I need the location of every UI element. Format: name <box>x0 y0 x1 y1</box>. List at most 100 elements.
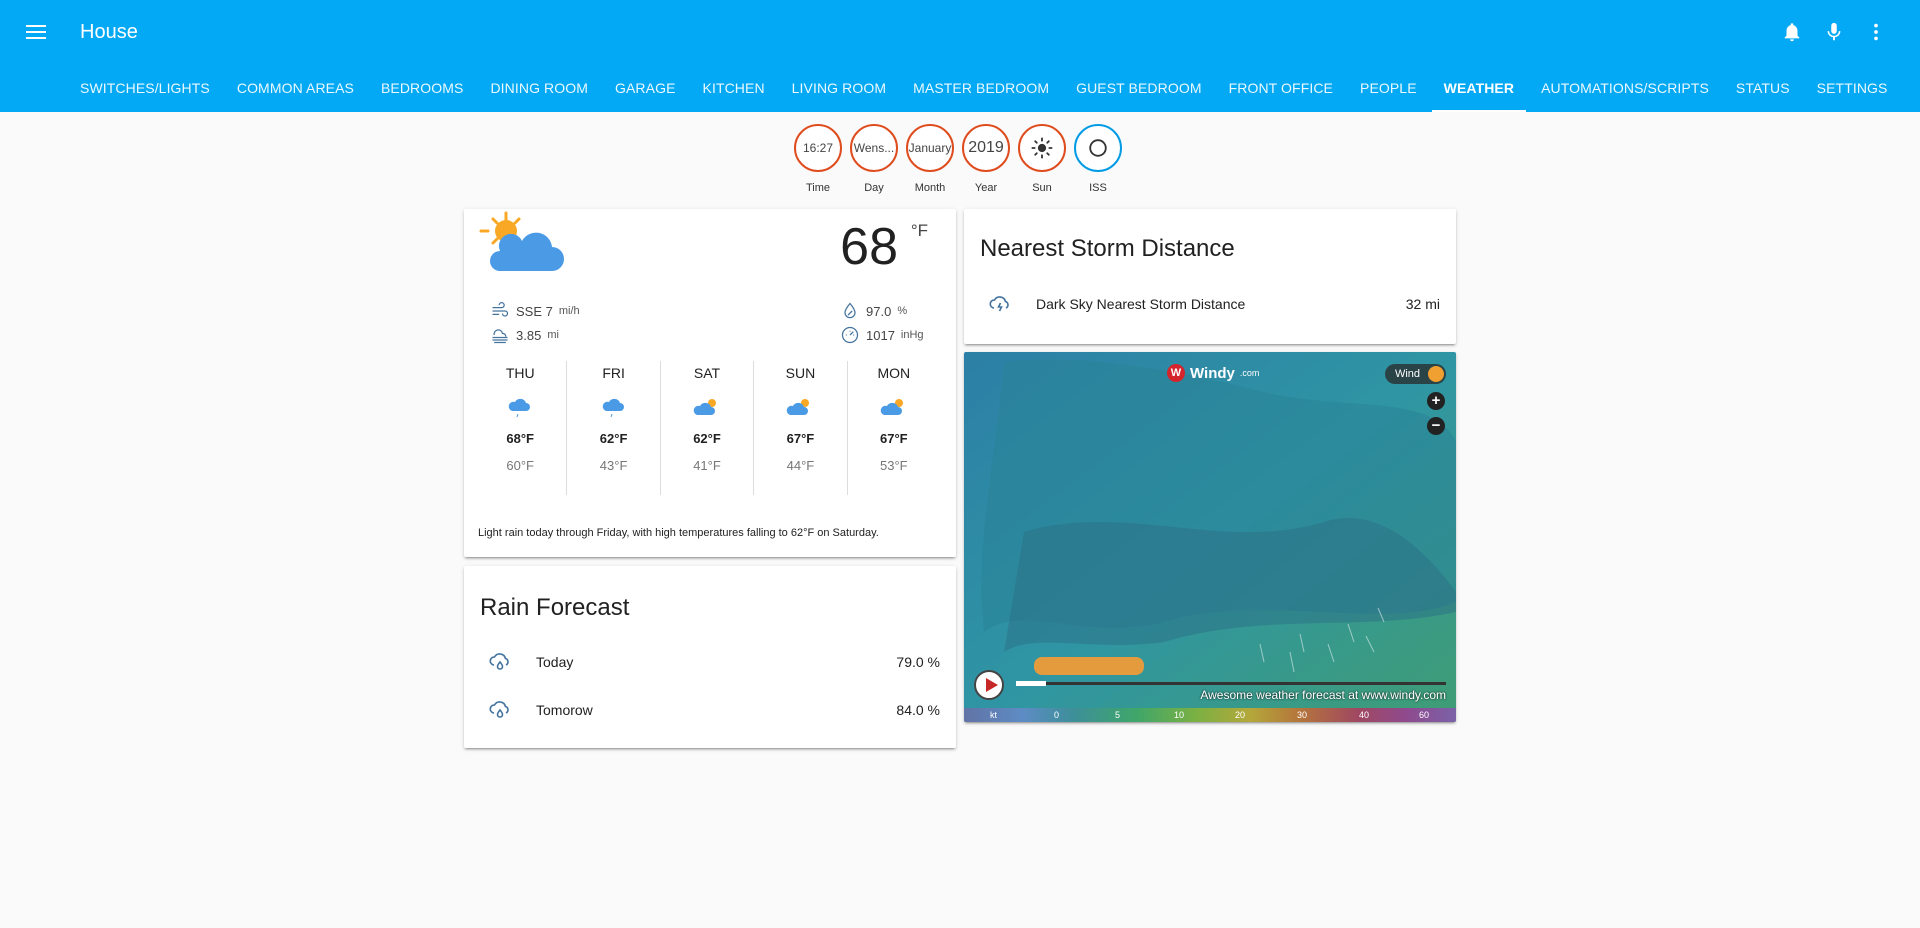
badge-month[interactable]: January Month <box>902 124 958 194</box>
forecast-low: 60°F <box>506 458 534 473</box>
windy-map-card[interactable]: W Windy .com Wind + − Awesome weather for… <box>964 352 1456 722</box>
badge-label: ISS <box>1089 182 1107 194</box>
rain-cloud-icon <box>480 698 520 722</box>
microphone-icon[interactable] <box>1820 18 1848 46</box>
badge-sun[interactable]: Sun <box>1014 124 1070 194</box>
forecast-high: 62°F <box>599 431 628 446</box>
circle-outline-icon <box>1074 124 1122 172</box>
layer-selector[interactable]: Wind <box>1384 364 1446 384</box>
more-vertical-icon[interactable] <box>1862 18 1890 46</box>
entity-state: 32 mi <box>1405 296 1440 312</box>
weather-forecast-card[interactable]: 68 °F SSE 7 mi/h 3.85 mi 97.0% 1017 inHg TH… <box>464 209 956 557</box>
partly-cloudy-icon <box>693 399 717 415</box>
scale-label: 30 <box>1297 710 1308 720</box>
windy-logo[interactable]: W Windy .com <box>1167 364 1259 382</box>
storm-distance-card: Nearest Storm Distance Dark Sky Nearest … <box>964 209 1456 344</box>
scale-label: 20 <box>1235 710 1246 720</box>
scale-label: 10 <box>1174 710 1185 720</box>
tab-garage[interactable]: GARAGE <box>615 70 676 112</box>
app-title: House <box>80 21 138 43</box>
badge-label: Year <box>974 182 998 194</box>
scale-label: 60 <box>1419 710 1430 720</box>
gauge-icon <box>841 326 859 344</box>
tab-kitchen[interactable]: KITCHEN <box>703 70 765 112</box>
storm-distance-row[interactable]: Dark Sky Nearest Storm Distance 32 mi <box>980 284 1440 324</box>
forecast-high: 62°F <box>693 431 721 446</box>
wind-map[interactable] <box>964 352 1456 722</box>
visibility-attribute: 3.85 mi <box>490 325 559 345</box>
card-title: Nearest Storm Distance <box>980 235 1235 262</box>
forecast-day: THU 68°F 60°F <box>474 361 568 495</box>
forecast-day: SAT 62°F 41°F <box>661 361 755 495</box>
forecast-low: 53°F <box>880 458 908 473</box>
timeline-handle[interactable] <box>1016 681 1046 686</box>
badge-day[interactable]: Wens... Day <box>846 124 902 194</box>
tab-people[interactable]: PEOPLE <box>1360 70 1417 112</box>
play-button[interactable] <box>974 670 1004 700</box>
fog-icon <box>492 329 508 344</box>
header-actions <box>1778 18 1890 46</box>
water-percent-icon <box>844 302 856 319</box>
windy-logo-text: Windy <box>1190 364 1235 382</box>
tab-status[interactable]: STATUS <box>1736 70 1790 112</box>
scale-label: 40 <box>1359 710 1370 720</box>
timeline-slider[interactable] <box>1016 681 1446 686</box>
tab-dining-room[interactable]: DINING ROOM <box>490 70 588 112</box>
tab-guest-bedroom[interactable]: GUEST BEDROOM <box>1076 70 1202 112</box>
zoom-in-button[interactable]: + <box>1427 392 1445 410</box>
windy-logo-icon: W <box>1167 364 1185 382</box>
pressure-attribute: 1017 inHg <box>840 325 924 345</box>
forecast-day-name: SAT <box>693 365 721 381</box>
windy-logo-suffix: .com <box>1239 368 1260 378</box>
badge-value: January <box>906 124 954 172</box>
zoom-out-button[interactable]: − <box>1427 417 1445 435</box>
scale-label: 5 <box>1115 710 1121 720</box>
bell-icon[interactable] <box>1778 18 1806 46</box>
wind-unit: mi/h <box>558 305 580 317</box>
wind-attribute: SSE 7 mi/h <box>490 301 580 321</box>
partly-cloudy-icon <box>787 399 810 415</box>
menu-icon[interactable] <box>22 20 50 44</box>
tab-living-room[interactable]: LIVING ROOM <box>792 70 886 112</box>
tab-automations-scripts[interactable]: AUTOMATIONS/SCRIPTS <box>1541 70 1709 112</box>
tab-common-areas[interactable]: COMMON AREAS <box>237 70 354 112</box>
sun-icon <box>1018 124 1066 172</box>
humidity-unit: % <box>897 305 908 317</box>
badge-year[interactable]: 2019 Year <box>958 124 1014 194</box>
forecast-low: 41°F <box>693 458 721 473</box>
windy-credit[interactable]: Awesome weather forecast at www.windy.co… <box>1200 688 1446 702</box>
tab-weather[interactable]: WEATHER <box>1431 70 1527 112</box>
wind-value: SSE 7 <box>516 303 553 319</box>
partly-cloudy-icon <box>880 399 903 415</box>
pressure-value: 1017 <box>866 327 895 343</box>
tab-switches-lights[interactable]: SWITCHES/LIGHTS <box>80 70 210 112</box>
app-header: House SWITCHES/LIGHTS COMMON AREAS BEDROOM… <box>0 0 1920 112</box>
rain-tomorrow-row[interactable]: Tomorow 84.0 % <box>480 690 940 730</box>
wind-scale-legend: kt 0 5 10 20 30 40 60 <box>964 708 1456 722</box>
entity-state: 84.0 % <box>896 702 940 718</box>
entity-state: 79.0 % <box>896 654 940 670</box>
badge-label: Time <box>805 182 831 194</box>
current-temperature: 68 <box>840 218 898 276</box>
visibility-value: 3.85 <box>516 327 542 343</box>
tab-master-bedroom[interactable]: MASTER BEDROOM <box>913 70 1049 112</box>
forecast-low: 44°F <box>786 458 815 473</box>
badge-value: Wens... <box>850 124 898 172</box>
forecast-day-name: THU <box>505 365 535 381</box>
tab-bedrooms[interactable]: BEDROOMS <box>381 70 463 112</box>
rain-forecast-card: Rain Forecast Today 79.0 % Tomorow 84.0 … <box>464 566 956 748</box>
scale-label: kt <box>990 710 998 720</box>
forecast-day: MON 67°F 53°F <box>848 361 940 495</box>
temperature-unit: °F <box>910 221 928 240</box>
tab-front-office[interactable]: FRONT OFFICE <box>1229 70 1333 112</box>
rainy-icon <box>602 398 624 418</box>
forecast-high: 67°F <box>880 431 908 446</box>
forecast-day-name: FRI <box>602 365 625 381</box>
badge-label: Month <box>914 182 946 194</box>
badge-time[interactable]: 16:27 Time <box>790 124 846 194</box>
lightning-cloud-icon <box>980 292 1020 316</box>
rain-today-row[interactable]: Today 79.0 % <box>480 642 940 682</box>
rain-cloud-icon <box>480 650 520 674</box>
tab-settings[interactable]: SETTINGS <box>1817 70 1888 112</box>
badge-iss[interactable]: ISS <box>1070 124 1126 194</box>
